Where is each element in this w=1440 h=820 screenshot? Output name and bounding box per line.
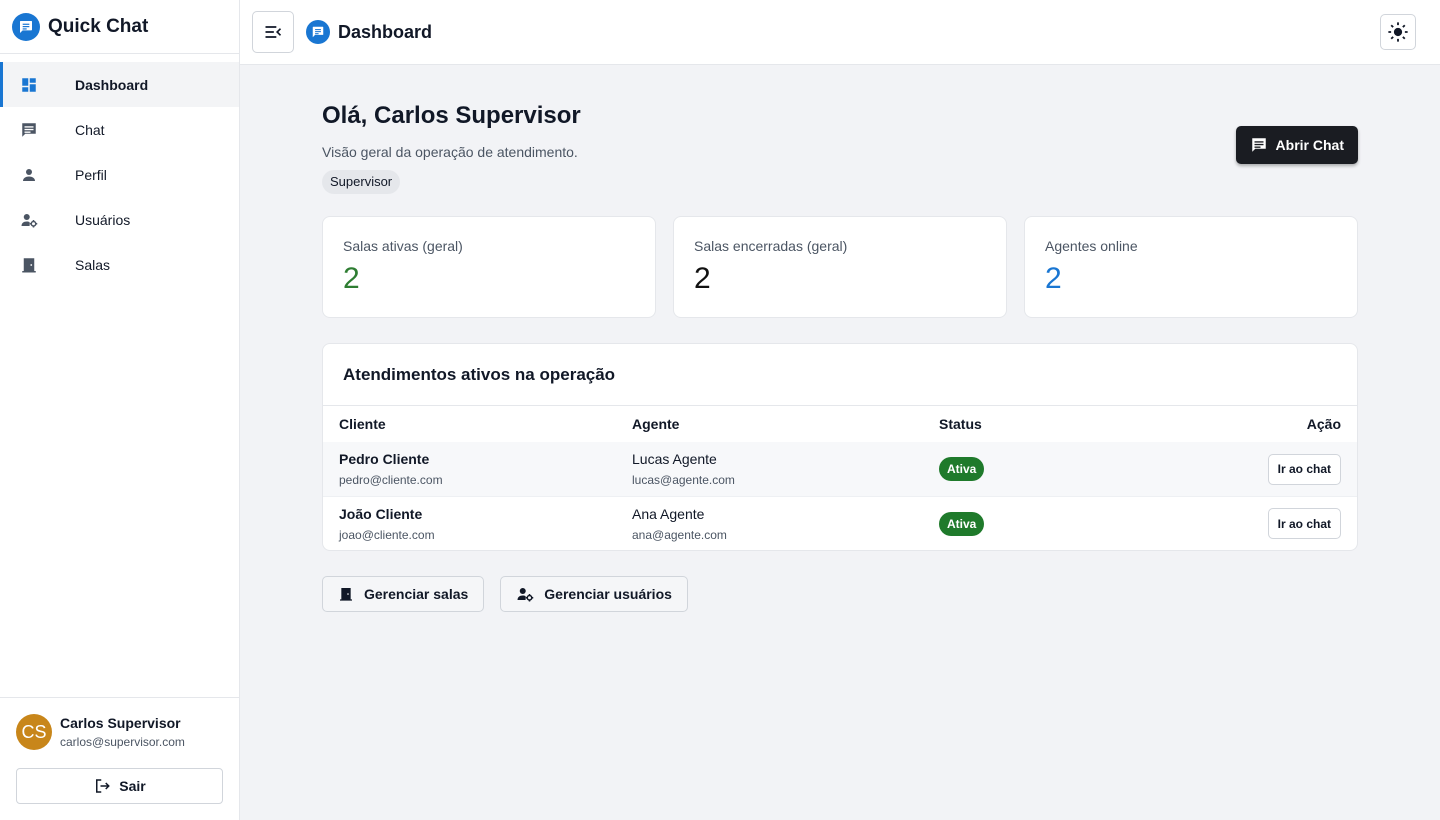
brand[interactable]: Quick Chat [0, 0, 239, 54]
greeting-heading: Olá, Carlos Supervisor [322, 102, 581, 129]
table-header: Cliente Agente Status Ação [323, 406, 1357, 442]
column-header-status: Status [939, 416, 982, 432]
go-to-chat-button[interactable]: Ir ao chat [1267, 453, 1341, 485]
agent-name: Ana Agente [632, 505, 705, 522]
theme-toggle-button[interactable] [1380, 14, 1416, 50]
collapse-menu-button[interactable] [252, 11, 294, 53]
user-name: Carlos Supervisor [60, 715, 181, 731]
stat-card-active-rooms: Salas ativas (geral) 2 [322, 216, 656, 318]
manage-rooms-label: Gerenciar salas [364, 586, 469, 602]
user-info: CS Carlos Supervisor carlos@supervisor.c… [16, 714, 223, 750]
active-sessions-table: Atendimentos ativos na operação Cliente … [322, 343, 1358, 551]
manage-rooms-button[interactable]: Gerenciar salas [322, 576, 485, 612]
client-name: Pedro Cliente [339, 451, 430, 467]
dashboard-icon [20, 76, 38, 94]
sidebar-nav: Dashboard Chat Perfil Usuários Salas [0, 62, 239, 287]
topbar: Dashboard [240, 0, 1440, 65]
stat-value: 2 [1045, 262, 1062, 295]
column-header-client: Cliente [339, 416, 386, 432]
table-row: Pedro Cliente pedro@cliente.com Lucas Ag… [323, 442, 1357, 496]
sidebar-footer: CS Carlos Supervisor carlos@supervisor.c… [0, 697, 239, 820]
stat-label: Agentes online [1045, 238, 1138, 254]
agent-name: Lucas Agente [632, 451, 717, 467]
client-email: joao@cliente.com [339, 527, 435, 542]
column-header-agent: Agente [632, 416, 680, 432]
sidebar-item-salas[interactable]: Salas [0, 242, 239, 287]
sun-icon [1388, 22, 1408, 42]
chat-icon [20, 121, 38, 139]
go-to-chat-button[interactable]: Ir ao chat [1267, 508, 1341, 539]
stats-row: Salas ativas (geral) 2 Salas encerradas … [322, 216, 1358, 318]
sidebar-item-label: Usuários [75, 211, 131, 228]
client-email: pedro@cliente.com [339, 473, 443, 487]
page-title: Dashboard [338, 21, 433, 42]
sidebar-item-label: Chat [75, 121, 105, 138]
stat-card-closed-rooms: Salas encerradas (geral) 2 [673, 216, 1007, 318]
stat-card-agents-online: Agentes online 2 [1024, 216, 1358, 318]
logout-button[interactable]: Sair [16, 768, 223, 804]
door-icon [20, 256, 38, 274]
stat-label: Salas ativas (geral) [343, 238, 463, 254]
sidebar-item-label: Salas [75, 256, 111, 273]
sidebar-item-chat[interactable]: Chat [0, 107, 239, 152]
agent-email: lucas@agente.com [632, 473, 735, 487]
chat-icon [1251, 138, 1266, 152]
client-name: João Cliente [339, 505, 423, 522]
subtitle: Visão geral da operação de atendimento. [322, 144, 578, 160]
app-name: Quick Chat [48, 15, 149, 37]
manage-users-button[interactable]: Gerenciar usuários [500, 576, 688, 612]
logout-icon [96, 779, 111, 793]
table-row: João Cliente joao@cliente.com Ana Agente… [323, 496, 1357, 550]
stat-label: Salas encerradas (geral) [694, 238, 848, 254]
sidebar: Quick Chat Dashboard Chat Perfil Usuário… [0, 0, 240, 820]
person-icon [20, 166, 38, 184]
user-email: carlos@supervisor.com [60, 735, 185, 749]
chat-logo-icon [306, 20, 330, 44]
open-chat-button[interactable]: Abrir Chat [1235, 126, 1358, 164]
manage-users-label: Gerenciar usuários [544, 586, 672, 602]
main-content: Olá, Carlos Supervisor Visão geral da op… [322, 65, 1358, 612]
column-header-action: Ação [1306, 416, 1341, 432]
role-chip: Supervisor [322, 170, 401, 194]
sidebar-item-label: Dashboard [75, 76, 149, 93]
sidebar-item-perfil[interactable]: Perfil [0, 152, 239, 197]
door-icon [340, 588, 352, 601]
sidebar-item-label: Perfil [75, 166, 107, 183]
avatar: CS [16, 714, 52, 750]
open-chat-label: Abrir Chat [1275, 137, 1344, 153]
sidebar-item-usuarios[interactable]: Usuários [0, 197, 239, 242]
table-title: Atendimentos ativos na operação [323, 344, 1357, 406]
quick-actions: Gerenciar salas Gerenciar usuários [322, 576, 1358, 612]
logout-label: Sair [119, 778, 146, 794]
stat-value: 2 [343, 262, 360, 295]
chat-logo-icon [12, 12, 40, 41]
menu-collapse-icon [265, 26, 282, 38]
agent-email: ana@agente.com [632, 527, 727, 542]
stat-value: 2 [694, 262, 711, 295]
status-badge: Ativa [939, 511, 985, 536]
manage-accounts-icon [517, 588, 534, 602]
sidebar-item-dashboard[interactable]: Dashboard [0, 62, 239, 107]
manage-accounts-icon [20, 211, 38, 229]
status-badge: Ativa [939, 457, 985, 481]
